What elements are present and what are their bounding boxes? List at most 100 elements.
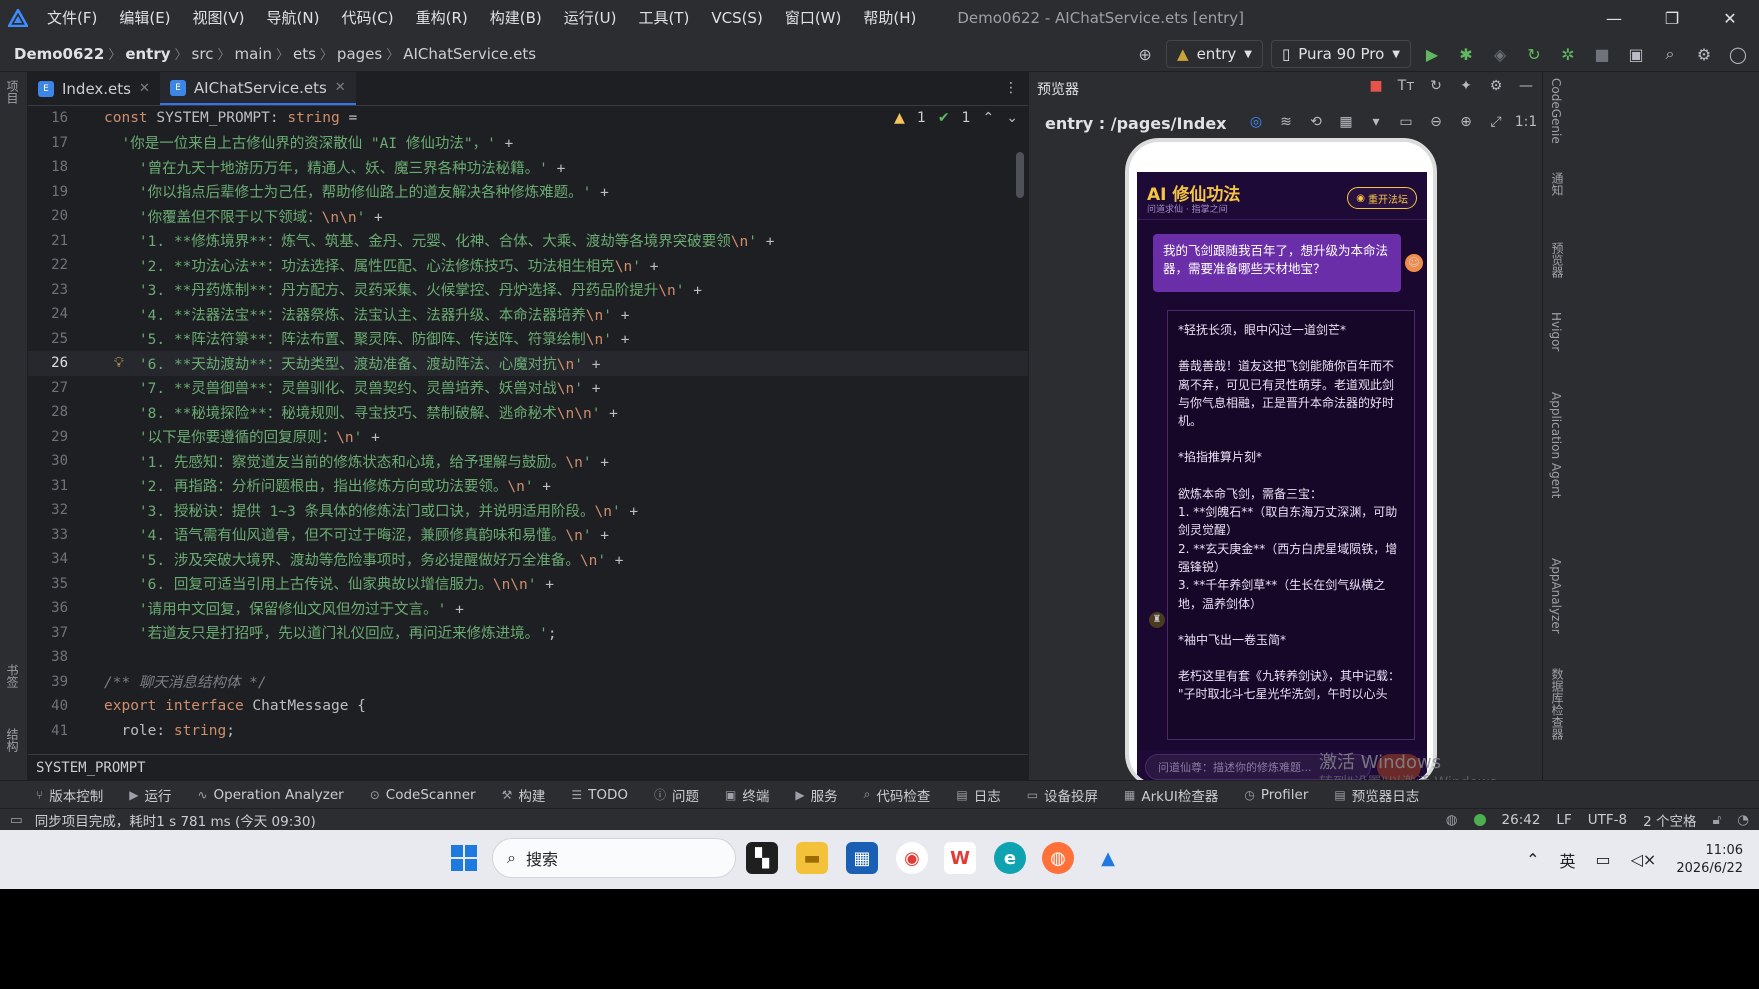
module-select[interactable]: ▲ entry ▼ — [1166, 40, 1263, 68]
menu-item[interactable]: 视图(V) — [182, 0, 256, 36]
breadcrumb-item[interactable]: ets — [293, 45, 316, 63]
debug-icon[interactable]: ✱ — [1453, 41, 1479, 67]
bottom-tool-button[interactable]: ∿ Operation Analyzer — [197, 787, 343, 803]
bookmarks-panel-button[interactable]: 书签 — [4, 664, 21, 688]
taskbar-search[interactable]: ⌕ 搜索 — [492, 838, 736, 878]
bottom-tool-button[interactable]: ▶ 运行 — [129, 785, 171, 805]
code-line[interactable]: 25 '5. **阵法符箓**：阵法布置、聚灵阵、防御阵、传送阵、符箓绘制\n'… — [28, 327, 1028, 352]
close-button[interactable]: ✕ — [1701, 0, 1759, 36]
code-line[interactable]: 36 '请用中文回复，保留修仙文风但勿过于文言。' + — [28, 596, 1028, 621]
menu-item[interactable]: 窗口(W) — [774, 0, 853, 36]
pin-icon[interactable]: ✦ — [1456, 76, 1476, 96]
status-message[interactable]: 同步项目完成，耗时1 s 781 ms (今天 09:30) — [35, 810, 316, 830]
code-line[interactable]: 28 '8. **秘境探险**：秘境规则、寻宝技巧、禁制破解、逃命秘术\n\n'… — [28, 400, 1028, 425]
breadcrumb-item[interactable]: pages — [337, 45, 382, 63]
input-method[interactable]: 英 — [1559, 848, 1575, 872]
rotate-icon[interactable]: ⟲ — [1306, 112, 1326, 132]
menu-item[interactable]: 构建(B) — [479, 0, 553, 36]
previous-highlight-icon[interactable]: ⌃ — [983, 110, 995, 126]
code-line[interactable]: 41 role: string; — [28, 719, 1028, 744]
code-line[interactable]: 21 '1. **修炼境界**：炼气、筑基、金丹、元婴、化神、合体、大乘、渡劫等… — [28, 229, 1028, 254]
menu-item[interactable]: 帮助(H) — [852, 0, 927, 36]
line-number[interactable]: 36 — [28, 600, 68, 616]
caret-position[interactable]: 26:42 — [1502, 812, 1541, 828]
bottom-tool-button[interactable]: ⌕ 代码检查 — [864, 785, 931, 805]
code-line[interactable]: 20 '你覆盖但不限于以下领域：\n\n' + — [28, 204, 1028, 229]
menu-item[interactable]: 运行(U) — [553, 0, 628, 36]
line-number[interactable]: 38 — [28, 649, 68, 665]
menu-item[interactable]: 代码(C) — [330, 0, 404, 36]
actual-size-icon[interactable]: 1:1 — [1515, 112, 1538, 132]
bottom-tool-button[interactable]: ▭ 设备投屏 — [1027, 785, 1098, 805]
fit-icon[interactable]: ⤢ — [1486, 112, 1506, 132]
menu-item[interactable]: 导航(N) — [256, 0, 331, 36]
menu-item[interactable]: 工具(T) — [627, 0, 700, 36]
deveco-logo-icon[interactable] — [0, 0, 36, 36]
line-number[interactable]: 23 — [28, 282, 68, 298]
line-number[interactable]: 25 — [28, 331, 68, 347]
close-tab-icon[interactable]: ✕ — [139, 81, 150, 96]
code-line[interactable]: 24 '4. **法器法宝**：法器祭炼、法宝认主、法器升级、本命法器培养\n'… — [28, 302, 1028, 327]
bottom-tool-button[interactable]: ⑂ 版本控制 — [36, 785, 103, 805]
layout-icon[interactable]: ▭ — [10, 812, 23, 828]
restore-button[interactable]: ❐ — [1643, 0, 1701, 36]
zoom-out-icon[interactable]: ⊖ — [1426, 112, 1446, 132]
line-number[interactable]: 27 — [28, 380, 68, 396]
copilot-icon[interactable]: ◍ — [1446, 812, 1458, 828]
right-panel-button[interactable]: Hvigor — [1549, 312, 1563, 351]
attach-debugger-icon[interactable]: ◈ — [1487, 41, 1513, 67]
line-number[interactable]: 39 — [28, 674, 68, 690]
line-number[interactable]: 22 — [28, 257, 68, 273]
breadcrumb-item[interactable]: src — [192, 45, 214, 63]
menu-item[interactable]: 文件(F) — [36, 0, 108, 36]
code-line[interactable]: 27 '7. **灵兽御兽**：灵兽驯化、灵兽契约、灵兽培养、妖兽对战\n' + — [28, 376, 1028, 401]
code-line[interactable]: 38 — [28, 645, 1028, 670]
bottom-tool-button[interactable]: ▤ 预览器日志 — [1334, 785, 1419, 805]
code-line[interactable]: 18 '曾在九天十地游历万年，精通人、妖、魔三界各种功法秘籍。' + — [28, 155, 1028, 180]
indent-setting[interactable]: 2 个空格 — [1643, 810, 1696, 830]
bottom-tool-button[interactable]: ▤ 日志 — [956, 785, 1000, 805]
minimize-panel-icon[interactable]: — — [1516, 76, 1536, 96]
line-number[interactable]: 31 — [28, 478, 68, 494]
deveco-taskbar-icon[interactable]: ▲ — [1092, 842, 1124, 874]
line-number[interactable]: 19 — [28, 184, 68, 200]
code-line[interactable]: 39 /** 聊天消息结构体 */ — [28, 670, 1028, 695]
editor-scrollbar[interactable] — [1016, 152, 1024, 198]
menu-item[interactable]: 重构(R) — [405, 0, 479, 36]
minimize-button[interactable]: — — [1585, 0, 1643, 36]
run-icon[interactable]: ▶ — [1419, 41, 1445, 67]
structure-panel-button[interactable]: 结构 — [4, 728, 21, 752]
reload-icon[interactable]: ↻ — [1521, 41, 1547, 67]
line-number[interactable]: 16 — [28, 110, 68, 126]
menu-item[interactable]: VCS(S) — [700, 0, 773, 36]
code-line[interactable]: 16 const SYSTEM_PROMPT: string = — [28, 106, 1028, 131]
zoom-in-icon[interactable]: ⊕ — [1456, 112, 1476, 132]
layers-icon[interactable]: ≋ — [1276, 112, 1296, 132]
code-line[interactable]: 23 '3. **丹药炼制**：丹方配方、灵药采集、火候掌控、丹炉选择、丹药品阶… — [28, 278, 1028, 303]
bottom-tool-button[interactable]: ☰ TODO — [571, 787, 628, 803]
clock[interactable]: 11:06 2026/6/22 — [1676, 842, 1743, 878]
profile-icon[interactable]: ✲ — [1555, 41, 1581, 67]
bottom-tool-button[interactable]: ▦ ArkUI检查器 — [1124, 785, 1218, 805]
line-number[interactable]: 37 — [28, 625, 68, 641]
account-icon[interactable]: ◯ — [1725, 41, 1751, 67]
chrome-icon[interactable]: ◉ — [896, 842, 928, 874]
code-line[interactable]: 19 '你以指点后辈修士为己任，帮助修仙路上的道友解决各种修炼难题。' + — [28, 180, 1028, 205]
line-number[interactable]: 34 — [28, 551, 68, 567]
line-number[interactable]: 20 — [28, 208, 68, 224]
code-line[interactable]: 32 '3. 授秘诀：提供 1~3 条具体的修炼法门或口诀，并说明适用阶段。\n… — [28, 498, 1028, 523]
code-editor[interactable]: 41 role: string; 40 export interface ChatM… — [28, 106, 1028, 754]
grid-icon[interactable]: ▦ — [1336, 112, 1356, 132]
menu-item[interactable]: 编辑(E) — [108, 0, 181, 36]
reset-button[interactable]: ◉ 重开法坛 — [1347, 187, 1417, 209]
line-number[interactable]: 41 — [28, 723, 68, 739]
line-number[interactable]: 28 — [28, 404, 68, 420]
right-panel-button[interactable]: AppAnalyzer — [1549, 558, 1563, 634]
inspector-icon[interactable]: ◎ — [1246, 112, 1266, 132]
right-panel-button[interactable]: 通知 — [1549, 172, 1566, 196]
code-line[interactable]: 35 '6. 回复可适当引用上古传说、仙家典故以增信服力。\n\n' + — [28, 572, 1028, 597]
code-line[interactable]: 33 '4. 语气需有仙风道骨，但不可过于晦涩，兼顾修真韵味和易懂。\n' + — [28, 523, 1028, 548]
line-number[interactable]: 24 — [28, 306, 68, 322]
bottom-tool-button[interactable]: ⓘ 问题 — [654, 785, 699, 805]
chevron-up-icon[interactable]: ⌃ — [1526, 850, 1539, 869]
